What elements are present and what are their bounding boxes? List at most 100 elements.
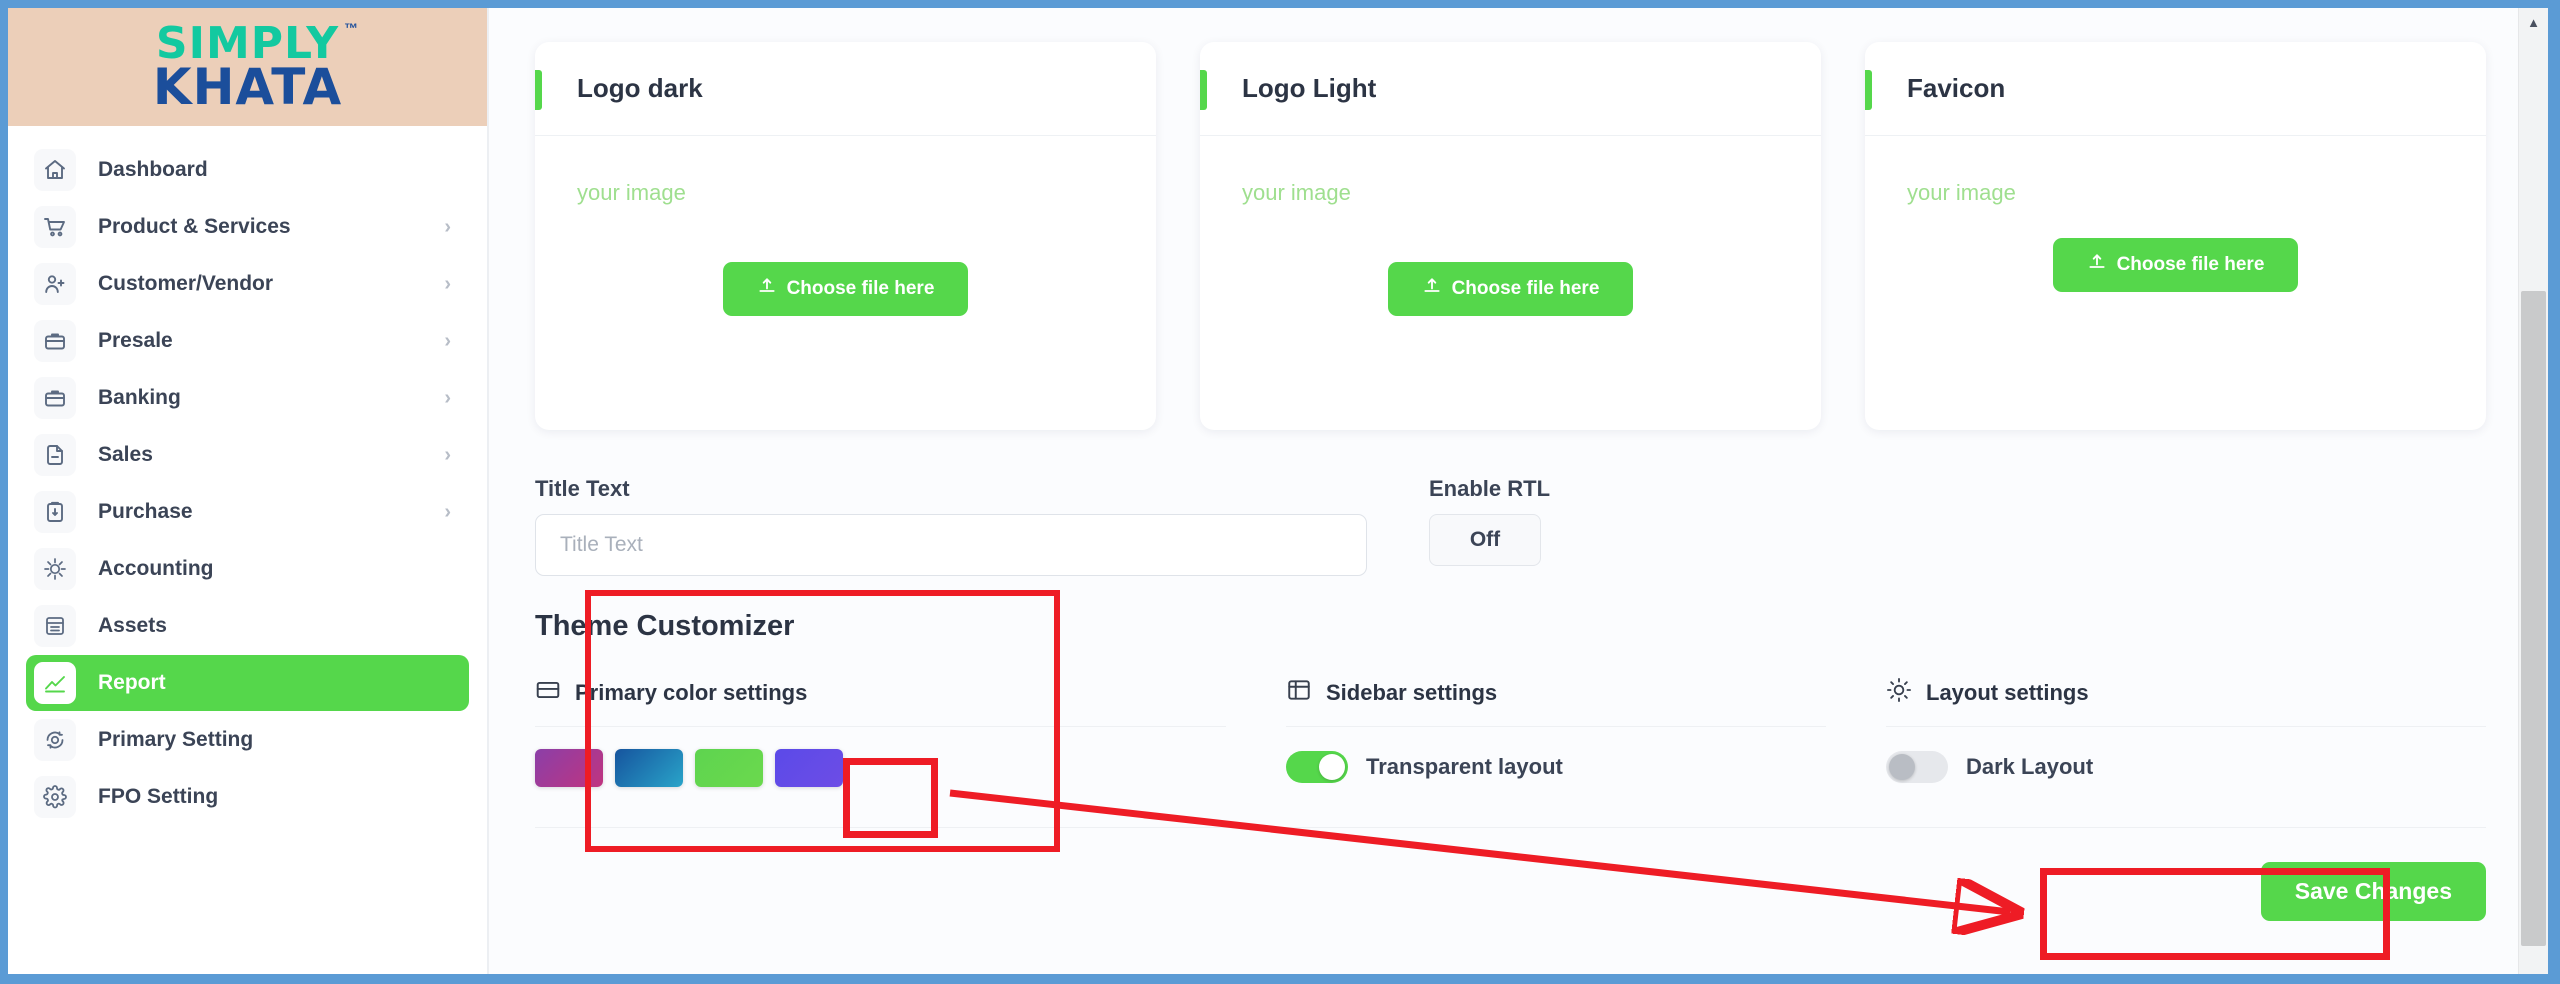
upload-icon [1422, 276, 1442, 302]
card-body: your image Choose file here [535, 136, 1156, 430]
card-body: your image Choose file here [1865, 136, 2486, 430]
choose-file-button-favicon[interactable]: Choose file here [2052, 238, 2299, 292]
accent-bar [535, 70, 542, 110]
image-placeholder-text: your image [1907, 180, 2016, 205]
chevron-right-icon[interactable]: › [444, 331, 457, 351]
upload-card-logo-dark: Logo dark your image Choose file here [535, 42, 1156, 430]
upload-icon [2087, 252, 2107, 278]
choose-file-label: Choose file here [786, 278, 935, 299]
sidebar-settings-group: Sidebar settings Transparent layout [1286, 677, 1886, 787]
save-changes-button[interactable]: Save Changes [2260, 862, 2486, 921]
sidebar-item-label: Dashboard [98, 158, 208, 181]
briefcase-icon [34, 377, 76, 419]
file-icon [34, 434, 76, 476]
primary-color-settings-title: Primary color settings [575, 679, 808, 705]
sidebar-item-label: Accounting [98, 557, 214, 580]
sidebar-item-label: Assets [98, 614, 167, 637]
sidebar-item-dashboard[interactable]: Dashboard [26, 142, 469, 198]
scroll-up-arrow-icon[interactable]: ▲ [2519, 8, 2548, 36]
sidebar-item-banking[interactable]: Banking › [26, 370, 469, 426]
sidebar-item-label: Sales [98, 443, 153, 466]
transparent-layout-label: Transparent layout [1366, 754, 1563, 779]
sidebar-item-sales[interactable]: Sales › [26, 427, 469, 483]
settings-gear-icon [34, 719, 76, 761]
card-title: Logo dark [577, 73, 703, 103]
sidebar-layout-icon [1286, 677, 1312, 708]
upload-card-logo-light: Logo Light your image Choose file here [1200, 42, 1821, 430]
color-swatch-list [535, 727, 1226, 787]
sidebar-item-label: FPO Setting [98, 785, 219, 808]
enable-rtl-group: Enable RTL Off [1429, 476, 1550, 566]
upload-card-favicon: Favicon your image Choose file here [1865, 42, 2486, 430]
theme-customizer-heading: Theme Customizer [535, 610, 795, 642]
primary-color-settings-group: Primary color settings [535, 677, 1286, 787]
sidebar-item-presale[interactable]: Presale › [26, 313, 469, 369]
choose-file-label: Choose file here [2116, 254, 2265, 275]
save-changes-row: Save Changes [535, 827, 2486, 951]
upload-icon [757, 276, 777, 302]
user-add-icon [34, 263, 76, 305]
sidebar-item-label: Primary Setting [98, 728, 254, 751]
clipboard-icon [34, 491, 76, 533]
sidebar-item-customer-vendor[interactable]: Customer/Vendor › [26, 256, 469, 312]
cart-icon [34, 206, 76, 248]
settings-form-row: Title Text Enable RTL Off [535, 476, 2486, 576]
image-placeholder-text: your image [1242, 180, 1351, 205]
home-icon [34, 149, 76, 191]
title-text-input[interactable] [535, 514, 1367, 576]
chevron-right-icon[interactable]: › [444, 274, 457, 294]
layout-settings-group: Layout settings Dark Layout [1886, 677, 2486, 787]
choose-file-button-logo-dark[interactable]: Choose file here [722, 262, 969, 316]
logo-text-bottom: KHATA [152, 58, 343, 117]
assets-icon [34, 605, 76, 647]
accounting-icon [34, 548, 76, 590]
choose-file-button-logo-light[interactable]: Choose file here [1387, 262, 1634, 316]
sidebar-item-primary-setting[interactable]: Primary Setting [26, 712, 469, 768]
sidebar: SIMPLY KHATA ™ Dashboard Product & Servi… [8, 8, 488, 974]
sidebar-item-label: Banking [98, 386, 181, 409]
browser-window-frame: SIMPLY KHATA ™ Dashboard Product & Servi… [0, 0, 2560, 984]
accent-bar [1200, 70, 1207, 110]
color-swatch-blue-gradient[interactable] [615, 749, 683, 787]
vertical-scrollbar[interactable]: ▲ [2518, 8, 2548, 974]
sidebar-item-purchase[interactable]: Purchase › [26, 484, 469, 540]
sidebar-item-accounting[interactable]: Accounting [26, 541, 469, 597]
dark-layout-label: Dark Layout [1966, 754, 2094, 779]
toggle-knob [1319, 754, 1345, 780]
chevron-right-icon[interactable]: › [444, 217, 457, 237]
sidebar-item-fpo-setting[interactable]: FPO Setting [26, 769, 469, 825]
color-swatch-indigo-solid[interactable] [775, 749, 843, 787]
chevron-right-icon[interactable]: › [444, 388, 457, 408]
title-text-field-group: Title Text [535, 476, 1367, 576]
sidebar-item-report[interactable]: Report [26, 655, 469, 711]
color-swatch-purple-gradient[interactable] [535, 749, 603, 787]
color-swatch-green-solid[interactable] [695, 749, 763, 787]
accent-bar [1865, 70, 1872, 110]
toggle-knob [1889, 754, 1915, 780]
card-header: Logo dark [535, 42, 1156, 136]
gear-icon [34, 776, 76, 818]
sidebar-item-label: Customer/Vendor [98, 272, 274, 295]
app-logo[interactable]: SIMPLY KHATA ™ [8, 8, 487, 126]
sidebar-settings-title: Sidebar settings [1326, 679, 1498, 705]
briefcase-icon [34, 320, 76, 362]
sidebar-item-label: Presale [98, 329, 173, 352]
sidebar-item-assets[interactable]: Assets [26, 598, 469, 654]
sidebar-item-label: Report [98, 671, 166, 694]
chevron-right-icon[interactable]: › [444, 502, 457, 522]
card-header: Favicon [1865, 42, 2486, 136]
palette-card-icon [535, 677, 561, 708]
chevron-right-icon[interactable]: › [444, 445, 457, 465]
sidebar-item-product-services[interactable]: Product & Services › [26, 199, 469, 255]
transparent-layout-toggle[interactable] [1286, 751, 1348, 783]
enable-rtl-toggle-button[interactable]: Off [1429, 514, 1541, 566]
theme-customizer-section: Theme Customizer Primary color settings [535, 610, 2486, 787]
sun-icon [1886, 677, 1912, 708]
dark-layout-toggle[interactable] [1886, 751, 1948, 783]
upload-cards-row: Logo dark your image Choose file here Lo… [535, 42, 2486, 430]
title-text-label: Title Text [535, 476, 630, 501]
card-header: Logo Light [1200, 42, 1821, 136]
scrollbar-thumb[interactable] [2521, 291, 2546, 946]
sidebar-nav: Dashboard Product & Services › Customer/… [8, 126, 487, 825]
main-content: Logo dark your image Choose file here Lo… [488, 8, 2548, 974]
